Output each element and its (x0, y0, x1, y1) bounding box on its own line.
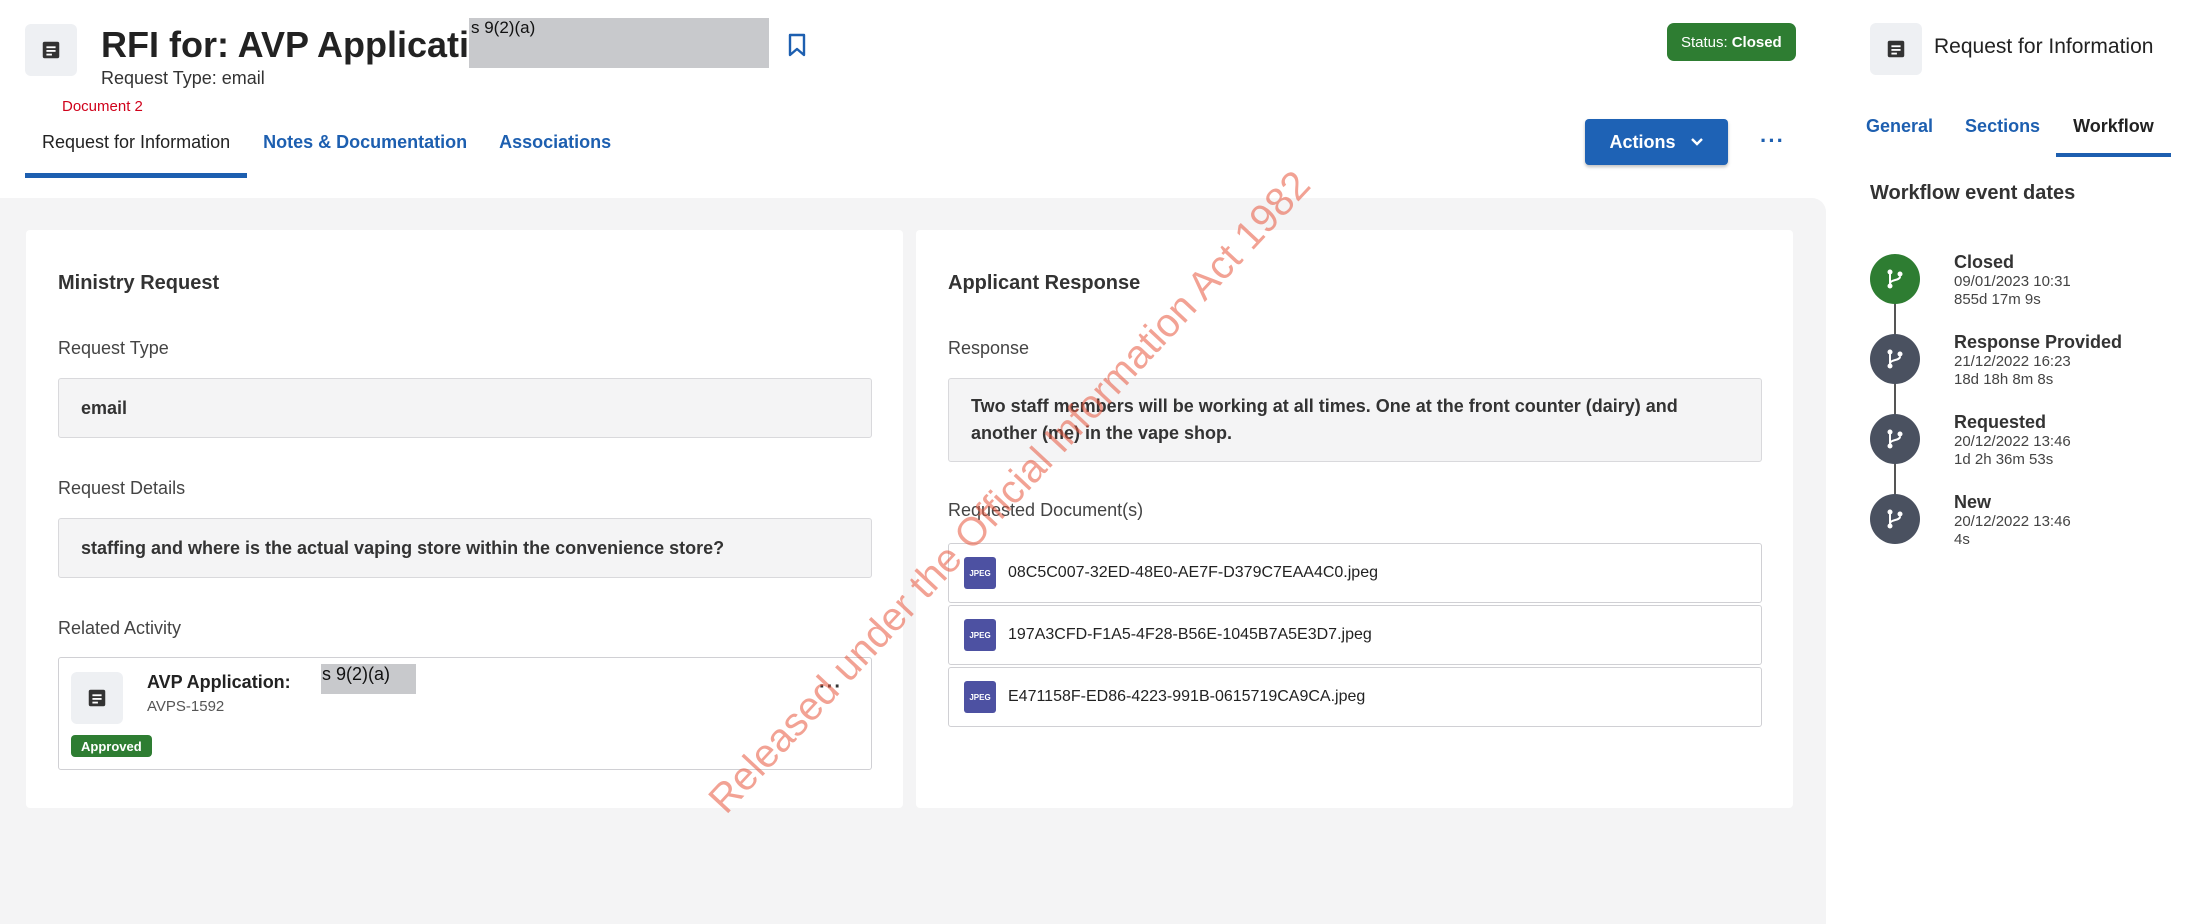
document-row[interactable]: JPEG 197A3CFD-F1A5-4F28-B56E-1045B7A5E3D… (948, 605, 1762, 665)
tab-notes-documentation[interactable]: Notes & Documentation (247, 128, 483, 178)
ministry-request-title: Ministry Request (58, 272, 220, 294)
workflow-event-name: New (1954, 492, 1992, 512)
ministry-request-card: Ministry Request Request Type email Requ… (26, 230, 903, 808)
workflow-branch-icon (1870, 494, 1920, 544)
title-redaction-label: s 9(2)(a) (471, 18, 536, 37)
document-label: Document 2 (62, 98, 143, 115)
document-row[interactable]: JPEG E471158F-ED86-4223-991B-0615719CA9C… (948, 667, 1762, 727)
request-type-subtitle: Request Type: email (101, 68, 265, 88)
workflow-event-date: 20/12/2022 13:46 (1954, 433, 2071, 450)
title-redaction-box: s 9(2)(a) (469, 18, 769, 68)
requested-documents-label: Requested Document(s) (948, 500, 1144, 520)
sidebar-tab-sections[interactable]: Sections (1949, 112, 2056, 157)
status-value: Closed (1731, 33, 1782, 51)
rfi-document-icon (25, 24, 77, 76)
workflow-event-name: Requested (1954, 412, 2047, 432)
related-activity-label: Related Activity (58, 618, 182, 638)
bookmark-icon[interactable] (787, 33, 807, 57)
workflow-event-date: 20/12/2022 13:46 (1954, 513, 2071, 530)
actions-button[interactable]: Actions (1585, 119, 1728, 165)
request-details-field: staffing and where is the actual vaping … (58, 518, 872, 578)
request-type-label: Request Type (58, 338, 169, 358)
sidebar-tabs: General Sections Workflow (1850, 112, 2171, 157)
jpeg-file-icon: JPEG (964, 557, 996, 589)
response-label: Response (948, 338, 1030, 358)
workflow-timeline-line (1894, 280, 1896, 520)
request-details-label: Request Details (58, 478, 186, 498)
related-redaction-label: s 9(2)(a) (322, 664, 391, 684)
workflow-event-duration: 855d 17m 9s (1954, 291, 2041, 308)
document-name: E471158F-ED86-4223-991B-0615719CA9CA.jpe… (1008, 688, 1366, 705)
request-type-field: email (58, 378, 872, 438)
application-document-icon (71, 672, 123, 724)
jpeg-file-icon: JPEG (964, 681, 996, 713)
page-title: RFI for: AVP Application: (101, 24, 525, 65)
status-label: Status: (1681, 33, 1728, 51)
workflow-event-name: Closed (1954, 252, 2015, 272)
related-activity-item[interactable]: AVP Application: s 9(2)(a) AVPS-1592 App… (58, 657, 872, 770)
workflow-heading: Workflow event dates (1870, 182, 2076, 204)
main-tabs: Request for Information Notes & Document… (25, 128, 627, 178)
sidebar-title: Request for Information (1934, 35, 2154, 58)
actions-button-label: Actions (1609, 131, 1676, 152)
applicant-response-card: Applicant Response Response Two staff me… (916, 230, 1793, 808)
workflow-branch-icon (1870, 254, 1920, 304)
workflow-branch-icon (1870, 334, 1920, 384)
sidebar-tab-workflow[interactable]: Workflow (2056, 112, 2171, 157)
workflow-event-duration: 4s (1954, 531, 1970, 548)
tab-associations[interactable]: Associations (483, 128, 627, 178)
response-field: Two staff members will be working at all… (948, 378, 1762, 462)
related-redaction-box: s 9(2)(a) (321, 664, 416, 694)
workflow-branch-icon (1870, 414, 1920, 464)
applicant-response-title: Applicant Response (948, 272, 1141, 294)
chevron-down-icon (1690, 138, 1703, 146)
status-badge: Status: Closed (1667, 23, 1796, 61)
document-row[interactable]: JPEG 08C5C007-32ED-48E0-AE7F-D379C7EAA4C… (948, 543, 1762, 603)
workflow-event-duration: 1d 2h 36m 53s (1954, 451, 2054, 468)
tab-request-for-information[interactable]: Request for Information (25, 128, 248, 178)
sidebar-tab-general[interactable]: General (1850, 112, 1949, 157)
related-more-button[interactable]: ··· (819, 676, 842, 699)
workflow-event-name: Response Provided (1954, 332, 2123, 352)
approved-badge: Approved (71, 735, 152, 757)
document-name: 08C5C007-32ED-48E0-AE7F-D379C7EAA4C0.jpe… (1008, 564, 1378, 581)
sidebar-document-icon (1870, 23, 1922, 75)
document-name: 197A3CFD-F1A5-4F28-B56E-1045B7A5E3D7.jpe… (1008, 626, 1372, 643)
workflow-event-date: 09/01/2023 10:31 (1954, 273, 2071, 290)
jpeg-file-icon: JPEG (964, 619, 996, 651)
more-options-button[interactable]: ··· (1760, 128, 1785, 154)
related-activity-code: AVPS-1592 (147, 698, 225, 715)
workflow-event-duration: 18d 18h 8m 8s (1954, 371, 2054, 388)
workflow-event-date: 21/12/2022 16:23 (1954, 353, 2071, 370)
related-activity-title: AVP Application: (147, 672, 291, 692)
